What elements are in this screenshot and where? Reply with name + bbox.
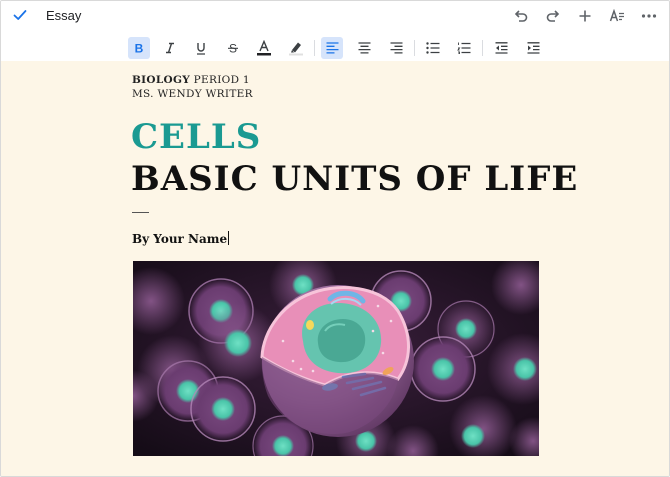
increase-indent-icon <box>527 42 539 54</box>
strikethrough-icon: S <box>228 42 238 54</box>
undo-icon <box>514 10 528 22</box>
subject-text: BIOLOGY <box>132 74 191 86</box>
bold-button[interactable]: B <box>128 37 150 59</box>
align-center-button[interactable] <box>353 37 375 59</box>
toolbar-divider <box>482 40 483 56</box>
document-window: Essay B S BIOLOGY PERIOD 1 MS. WENDY WRI… <box>0 0 670 477</box>
text-color-button[interactable] <box>253 37 275 59</box>
decrease-indent-icon <box>495 42 507 54</box>
numbered-list-button[interactable] <box>453 37 475 59</box>
text-style-icon <box>609 9 624 22</box>
toolbar-divider <box>414 40 415 56</box>
align-left-button[interactable] <box>321 37 343 59</box>
add-icon <box>579 10 591 22</box>
course-line[interactable]: BIOLOGY PERIOD 1 <box>132 74 250 86</box>
svg-text:B: B <box>135 42 144 54</box>
byline[interactable]: By Your Name <box>132 231 230 246</box>
bulleted-list-icon <box>426 42 440 54</box>
title-accent-line[interactable]: CELLS <box>131 117 261 157</box>
align-right-icon <box>390 42 402 54</box>
teacher-line[interactable]: MS. WENDY WRITER <box>132 88 253 100</box>
check-icon[interactable] <box>12 7 28 23</box>
undo-button[interactable] <box>509 5 533 27</box>
text-color-icon <box>257 40 271 56</box>
align-center-icon <box>358 42 370 54</box>
byline-text: By Your Name <box>132 232 228 246</box>
cell-illustration[interactable] <box>133 261 539 456</box>
text-style-button[interactable] <box>605 5 629 27</box>
document-page[interactable]: BIOLOGY PERIOD 1 MS. WENDY WRITER CELLS … <box>1 61 669 476</box>
top-actions <box>509 5 661 27</box>
document-title[interactable]: Essay <box>46 8 81 23</box>
toolbar-divider <box>314 40 315 56</box>
decrease-indent-button[interactable] <box>490 37 512 59</box>
redo-icon <box>546 10 560 22</box>
bulleted-list-button[interactable] <box>422 37 444 59</box>
italic-button[interactable] <box>159 37 181 59</box>
highlight-button[interactable] <box>285 37 307 59</box>
underline-icon <box>197 42 205 55</box>
more-icon <box>641 14 657 18</box>
align-right-button[interactable] <box>385 37 407 59</box>
align-left-icon <box>326 42 338 54</box>
formatting-toolbar: B S <box>1 35 669 61</box>
top-app-bar: Essay <box>1 1 669 31</box>
italic-icon <box>166 42 174 54</box>
period-text: PERIOD 1 <box>193 74 250 86</box>
cell-cutaway <box>260 285 414 437</box>
highlight-icon <box>289 42 303 56</box>
increase-indent-button[interactable] <box>522 37 544 59</box>
bold-icon: B <box>135 42 144 54</box>
redo-button[interactable] <box>541 5 565 27</box>
underline-button[interactable] <box>190 37 212 59</box>
title-main-line[interactable]: BASIC UNITS OF LIFE <box>131 159 578 199</box>
add-button[interactable] <box>573 5 597 27</box>
strikethrough-button[interactable]: S <box>222 37 244 59</box>
more-button[interactable] <box>637 5 661 27</box>
numbered-list-icon <box>457 42 471 54</box>
title-divider <box>132 212 149 213</box>
text-cursor <box>228 231 230 245</box>
